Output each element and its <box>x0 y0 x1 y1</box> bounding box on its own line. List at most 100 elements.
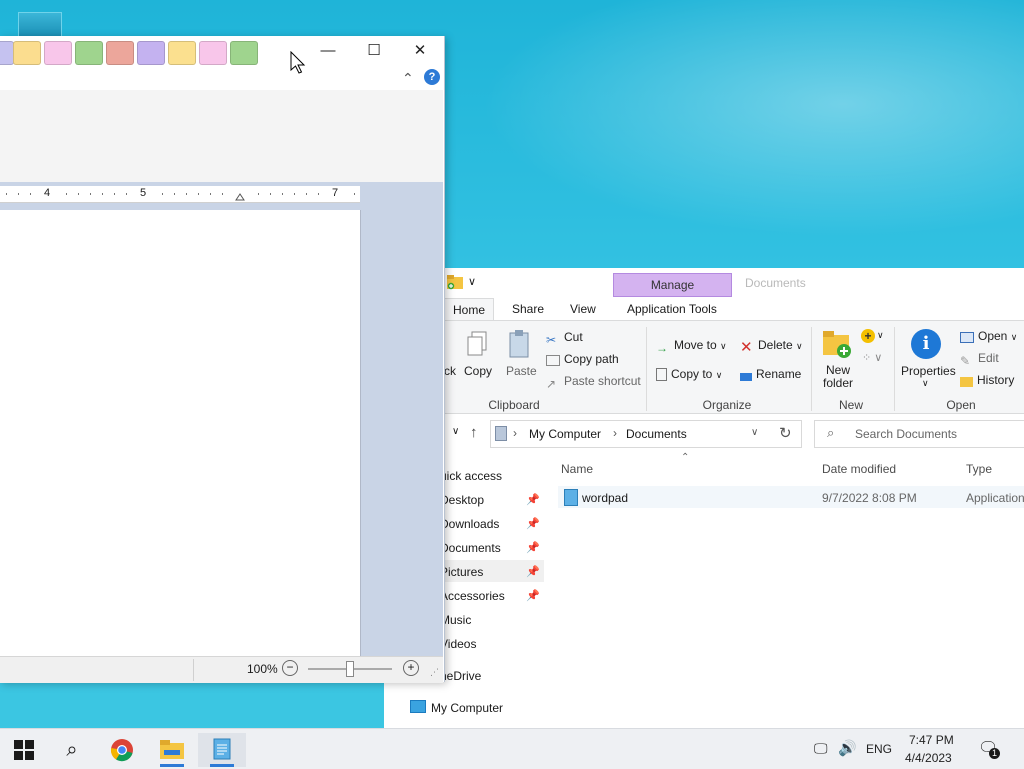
chrome-icon[interactable] <box>102 733 142 767</box>
file-name[interactable]: wordpad <box>582 491 628 505</box>
color-swatch[interactable] <box>137 41 165 65</box>
column-header-name[interactable]: Name <box>561 462 593 476</box>
column-header-type[interactable]: Type <box>966 462 992 476</box>
clipboard-group-label: Clipboard <box>488 398 540 412</box>
nav-documents[interactable]: Documents <box>440 541 501 555</box>
color-swatch[interactable] <box>75 41 103 65</box>
copy-button[interactable]: Copy <box>464 364 492 378</box>
file-explorer-window: ∨ Manage Documents Home Share View Appli… <box>384 268 1024 728</box>
input-language[interactable]: ENG <box>866 742 892 756</box>
paste-shortcut-button[interactable]: ↗ Paste shortcut <box>546 374 641 391</box>
open-button[interactable]: Open ∨ <box>960 329 1017 343</box>
breadcrumb-chevron-icon: › <box>513 426 517 440</box>
folder-quick-icon[interactable] <box>446 274 464 290</box>
close-icon[interactable]: ✕ <box>397 36 443 66</box>
properties-button[interactable]: Properties <box>901 364 956 378</box>
copy-icon[interactable] <box>466 331 488 359</box>
zoom-in-icon[interactable]: + <box>403 660 419 676</box>
new-folder-icon[interactable] <box>822 329 854 359</box>
copy-path-button[interactable]: Copy path <box>546 352 619 366</box>
tab-home[interactable]: Home <box>444 298 495 321</box>
wordpad-window: — ☐ ✕ ⌃ ? 4 5 7 100% − + ⋰ <box>0 36 445 683</box>
tab-application-tools[interactable]: Application Tools <box>619 298 725 320</box>
zoom-slider-thumb[interactable] <box>346 661 354 677</box>
clock-time[interactable]: 7:47 PM <box>909 733 954 747</box>
resize-grip-icon[interactable]: ⋰ <box>430 667 439 678</box>
desktop-icon[interactable] <box>18 12 62 38</box>
history-button[interactable]: History <box>960 373 1014 387</box>
color-swatch[interactable] <box>44 41 72 65</box>
mouse-cursor-icon <box>290 51 306 74</box>
easy-access-icon[interactable]: ⁘ ∨ <box>862 351 882 364</box>
new-item-icon[interactable]: + <box>861 329 875 343</box>
minimize-icon[interactable]: — <box>305 36 351 66</box>
nav-downloads[interactable]: Downloads <box>440 517 499 531</box>
status-bar: 100% − + ⋰ <box>0 656 443 683</box>
maximize-icon[interactable]: ☐ <box>351 36 397 66</box>
color-swatch[interactable] <box>106 41 134 65</box>
nav-my-computer[interactable]: My Computer <box>431 701 503 715</box>
paste-icon[interactable] <box>508 329 532 359</box>
search-placeholder[interactable]: Search Documents <box>855 427 957 441</box>
manage-contextual-tab[interactable]: Manage <box>613 273 732 297</box>
address-dropdown-icon[interactable]: ∨ <box>751 427 758 438</box>
pin-icon: 📌 <box>526 518 540 530</box>
new-item-dropdown-icon[interactable]: ∨ <box>877 330 884 341</box>
copy-to-button[interactable]: Copy to ∨ <box>656 367 722 381</box>
wordpad-tab-strip <box>0 70 443 91</box>
up-arrow-icon[interactable]: ↑ <box>470 424 478 441</box>
paste-button[interactable]: Paste <box>506 364 537 378</box>
copy-path-icon <box>546 355 560 366</box>
collapse-ribbon-icon[interactable]: ⌃ <box>402 70 414 87</box>
clock-date[interactable]: 4/4/2023 <box>905 751 952 765</box>
file-explorer-taskbar-icon[interactable] <box>152 733 192 767</box>
start-button[interactable] <box>4 733 44 767</box>
tab-view[interactable]: View <box>562 298 604 320</box>
edit-button[interactable]: ✎ Edit <box>960 351 999 368</box>
color-swatch[interactable] <box>230 41 258 65</box>
ribbon-separator <box>646 327 647 411</box>
document-page[interactable] <box>0 210 361 656</box>
rename-button[interactable]: Rename <box>740 367 801 381</box>
arrow-right-icon: → <box>656 341 668 355</box>
help-icon[interactable]: ? <box>424 69 440 85</box>
wordpad-file-icon <box>564 489 578 506</box>
address-bar[interactable]: › My Computer › Documents ∨ ↻ <box>490 420 802 448</box>
volume-icon[interactable]: 🔊 <box>838 739 857 757</box>
file-date: 9/7/2022 8:08 PM <box>822 491 917 505</box>
refresh-icon[interactable]: ↻ <box>779 424 792 442</box>
color-swatch[interactable] <box>168 41 196 65</box>
network-icon[interactable]: 🖵 <box>814 740 828 757</box>
delete-button[interactable]: ✕ Delete ∨ <box>740 338 803 356</box>
color-swatch[interactable] <box>13 41 41 65</box>
move-to-button[interactable]: → Move to ∨ <box>656 338 727 355</box>
nav-pictures[interactable]: Pictures <box>440 565 483 579</box>
cut-button[interactable]: ✂ Cut <box>546 330 583 347</box>
properties-icon[interactable]: i <box>911 329 941 359</box>
column-header-date[interactable]: Date modified <box>822 462 896 476</box>
ruler[interactable]: 4 5 7 <box>0 186 360 203</box>
pin-button-partial[interactable]: ck <box>444 364 456 378</box>
new-folder-button[interactable]: New folder <box>823 364 853 390</box>
breadcrumb-documents[interactable]: Documents <box>626 427 687 441</box>
search-taskbar-icon[interactable]: ⌕ <box>52 733 92 767</box>
color-swatch[interactable] <box>0 41 14 65</box>
zoom-out-icon[interactable]: − <box>282 660 298 676</box>
recent-locations-icon[interactable]: ∨ <box>452 426 459 437</box>
color-swatch[interactable] <box>199 41 227 65</box>
properties-dropdown-icon[interactable]: ∨ <box>922 378 929 389</box>
nav-videos[interactable]: Videos <box>440 637 476 651</box>
qat-dropdown-icon[interactable]: ∨ <box>468 275 476 288</box>
pin-icon: 📌 <box>526 590 540 602</box>
search-box[interactable]: ⌕ Search Documents <box>814 420 1024 448</box>
nav-onedrive[interactable]: neDrive <box>440 669 481 683</box>
wordpad-taskbar-icon[interactable] <box>198 733 246 767</box>
sort-ascending-icon: ⌃ <box>681 452 690 463</box>
tab-share[interactable]: Share <box>504 298 552 320</box>
nav-desktop[interactable]: Desktop <box>440 493 484 507</box>
breadcrumb-my-computer[interactable]: My Computer <box>529 427 601 441</box>
ribbon-separator <box>811 327 812 411</box>
nav-accessories[interactable]: Accessories <box>440 589 505 603</box>
pin-icon: 📌 <box>526 542 540 554</box>
nav-quick-access[interactable]: uick access <box>440 469 502 483</box>
